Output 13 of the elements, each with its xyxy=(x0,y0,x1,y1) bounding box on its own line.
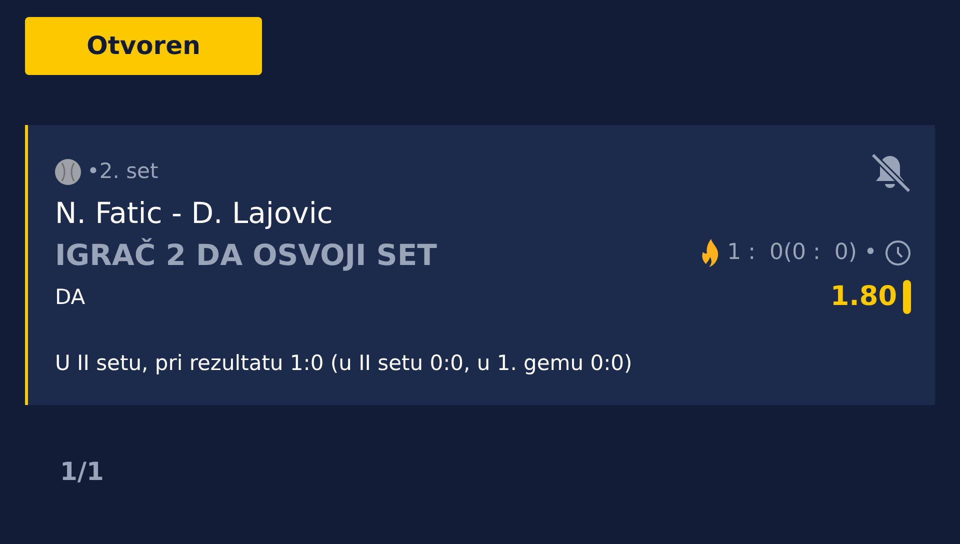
odds-value: 1.80 xyxy=(830,280,897,314)
period-label: •2. set xyxy=(87,158,158,186)
score-text: 1 : 0(0 : 0) • xyxy=(727,239,877,267)
status-badge: Otvoren xyxy=(25,17,262,75)
bet-description: U II setu, pri rezultatu 1:0 (u II setu 0:0, u 1. gemu 0:0) xyxy=(55,350,634,376)
pick-label: DA xyxy=(55,284,86,310)
match-title: N. Fatic - D. Lajovic xyxy=(55,195,334,232)
tennis-ball-icon xyxy=(55,159,81,185)
odds-marker xyxy=(903,280,911,314)
pagination-label: 1/1 xyxy=(60,456,105,488)
clock-icon xyxy=(885,240,911,266)
market-title: IGRAČ 2 DA OSVOJI SET xyxy=(55,237,437,274)
bell-muted-icon[interactable] xyxy=(869,151,911,193)
